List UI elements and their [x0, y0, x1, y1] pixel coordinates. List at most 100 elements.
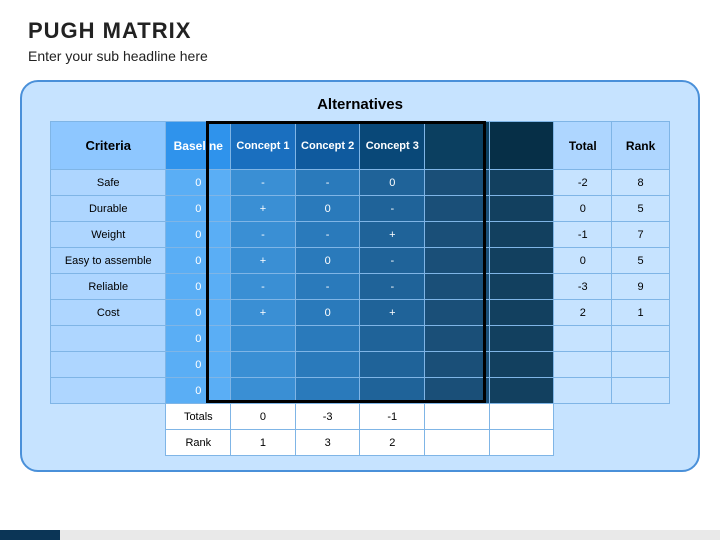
- c2-cell: [295, 352, 360, 378]
- total-cell: -3: [554, 274, 612, 300]
- empty-cell: [489, 352, 554, 378]
- hdr-concept2: Concept 2: [295, 122, 360, 170]
- table-row: Reliable0----39: [51, 274, 670, 300]
- rank-label: Rank: [166, 430, 231, 456]
- table-row: Durable0+0-05: [51, 196, 670, 222]
- empty-cell: [489, 378, 554, 404]
- empty-cell: [489, 430, 554, 456]
- empty-cell: [489, 248, 554, 274]
- rank-cell: 5: [612, 248, 670, 274]
- table-row: 0: [51, 352, 670, 378]
- c2-cell: 0: [295, 300, 360, 326]
- hdr-total: Total: [554, 122, 612, 170]
- total-cell: 0: [554, 248, 612, 274]
- rank-cell: 9: [612, 274, 670, 300]
- hdr-empty1: [425, 122, 490, 170]
- c1-cell: +: [231, 300, 296, 326]
- footer-bar: [0, 530, 720, 540]
- empty-cell: [425, 352, 490, 378]
- c2-cell: -: [295, 274, 360, 300]
- rank-c3: 2: [360, 430, 425, 456]
- totals-c1: 0: [231, 404, 296, 430]
- hdr-rank: Rank: [612, 122, 670, 170]
- header-row: Criteria Baseline Concept 1 Concept 2 Co…: [51, 122, 670, 170]
- empty-cell: [425, 196, 490, 222]
- criteria-cell: Reliable: [51, 274, 166, 300]
- c3-cell: [360, 378, 425, 404]
- empty-cell: [425, 430, 490, 456]
- total-cell: [554, 352, 612, 378]
- empty-cell: [489, 170, 554, 196]
- pugh-matrix-table: Criteria Baseline Concept 1 Concept 2 Co…: [50, 121, 670, 456]
- c3-cell: [360, 326, 425, 352]
- rank-cell: 1: [612, 300, 670, 326]
- rank-row: Rank132: [51, 430, 670, 456]
- empty-cell: [425, 170, 490, 196]
- alternatives-label: Alternatives: [50, 96, 670, 113]
- baseline-cell: 0: [166, 248, 231, 274]
- slide-header: PUGH MATRIX Enter your sub headline here: [0, 0, 720, 74]
- criteria-cell: Safe: [51, 170, 166, 196]
- total-cell: [554, 326, 612, 352]
- baseline-cell: 0: [166, 274, 231, 300]
- rank-cell: 5: [612, 196, 670, 222]
- criteria-cell: Weight: [51, 222, 166, 248]
- c1-cell: [231, 326, 296, 352]
- table-row: Safe0--0-28: [51, 170, 670, 196]
- c2-cell: [295, 326, 360, 352]
- empty-cell: [489, 300, 554, 326]
- table-row: 0: [51, 326, 670, 352]
- rank-cell: 7: [612, 222, 670, 248]
- empty-cell: [425, 326, 490, 352]
- totals-label: Totals: [166, 404, 231, 430]
- rank-cell: 8: [612, 170, 670, 196]
- slide-subtitle: Enter your sub headline here: [28, 48, 692, 64]
- hdr-concept1: Concept 1: [231, 122, 296, 170]
- empty-cell: [425, 378, 490, 404]
- criteria-cell: [51, 352, 166, 378]
- baseline-cell: 0: [166, 170, 231, 196]
- c3-cell: 0: [360, 170, 425, 196]
- footer-accent: [0, 530, 60, 540]
- criteria-cell: Cost: [51, 300, 166, 326]
- c2-cell: -: [295, 222, 360, 248]
- hdr-criteria: Criteria: [51, 122, 166, 170]
- c1-cell: [231, 378, 296, 404]
- baseline-cell: 0: [166, 326, 231, 352]
- hdr-empty2: [489, 122, 554, 170]
- empty-cell: [425, 404, 490, 430]
- c2-cell: -: [295, 170, 360, 196]
- c3-cell: +: [360, 222, 425, 248]
- empty-cell: [489, 274, 554, 300]
- c2-cell: [295, 378, 360, 404]
- empty-cell: [489, 196, 554, 222]
- hdr-baseline: Baseline: [166, 122, 231, 170]
- c1-cell: +: [231, 196, 296, 222]
- total-cell: [554, 378, 612, 404]
- empty-cell: [425, 274, 490, 300]
- total-cell: -1: [554, 222, 612, 248]
- totals-row: Totals0-3-1: [51, 404, 670, 430]
- c3-cell: -: [360, 248, 425, 274]
- empty-cell: [425, 222, 490, 248]
- empty-cell: [489, 404, 554, 430]
- baseline-cell: 0: [166, 300, 231, 326]
- matrix-panel: Alternatives Criteria Baseline Concept 1…: [20, 80, 700, 472]
- total-cell: 0: [554, 196, 612, 222]
- c2-cell: 0: [295, 196, 360, 222]
- rank-cell: [612, 352, 670, 378]
- c3-cell: [360, 352, 425, 378]
- c1-cell: -: [231, 274, 296, 300]
- c3-cell: +: [360, 300, 425, 326]
- table-row: 0: [51, 378, 670, 404]
- c1-cell: +: [231, 248, 296, 274]
- c1-cell: [231, 352, 296, 378]
- empty-cell: [489, 222, 554, 248]
- total-cell: 2: [554, 300, 612, 326]
- empty-cell: [425, 248, 490, 274]
- empty-cell: [425, 300, 490, 326]
- empty-cell: [489, 326, 554, 352]
- totals-c2: -3: [295, 404, 360, 430]
- rank-c1: 1: [231, 430, 296, 456]
- hdr-concept3: Concept 3: [360, 122, 425, 170]
